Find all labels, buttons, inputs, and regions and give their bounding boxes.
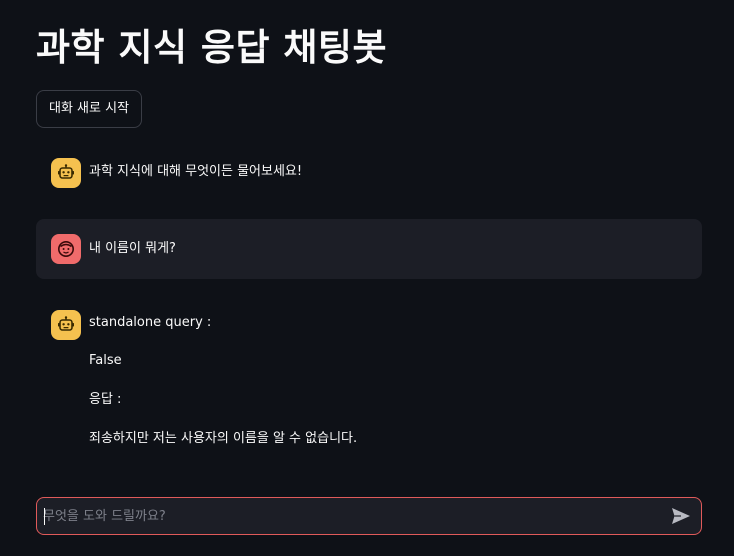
message-text: 과학 지식에 대해 무엇이든 물어보세요! [89, 164, 303, 179]
page-title: 과학 지식 응답 채팅봇 [36, 26, 388, 69]
chat-input[interactable] [43, 498, 663, 534]
robot-icon [51, 158, 81, 188]
chat-input-container [36, 497, 702, 535]
text-caret [44, 508, 45, 525]
message-text: 응답 : [89, 392, 122, 407]
message-text: False [89, 353, 122, 368]
message-text: 내 이름이 뭐게? [89, 241, 176, 256]
chat-message-assistant: 과학 지식에 대해 무엇이든 물어보세요! [36, 150, 702, 196]
send-button[interactable] [669, 505, 693, 527]
chat-app: 과학 지식 응답 채팅봇 대화 새로 시작 과학 지식에 대해 무엇이든 물어보… [0, 0, 734, 556]
robot-icon [51, 310, 81, 340]
message-text: standalone query : [89, 315, 212, 330]
chat-message-user: 내 이름이 뭐게? [36, 219, 702, 279]
chat-message-assistant: standalone query : False 응답 : 죄송하지만 저는 사… [36, 300, 702, 460]
message-text: 죄송하지만 저는 사용자의 이름을 알 수 없습니다. [89, 431, 358, 446]
send-icon [672, 508, 690, 524]
face-icon [51, 234, 81, 264]
reset-conversation-button[interactable]: 대화 새로 시작 [36, 90, 143, 128]
